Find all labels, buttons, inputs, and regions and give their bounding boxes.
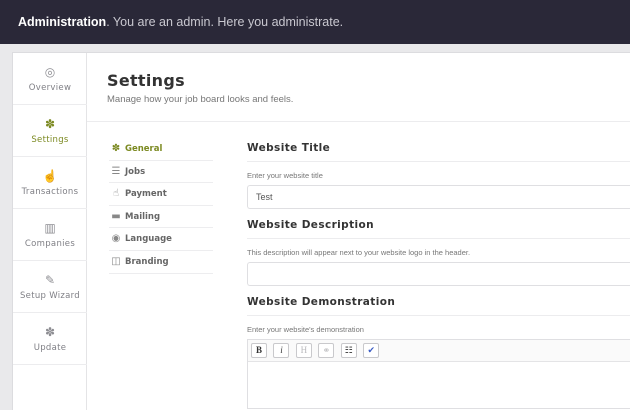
- italic-button[interactable]: i: [273, 343, 290, 358]
- subnav-item-mailing[interactable]: ▬ Mailing: [109, 206, 213, 229]
- admin-title: Administration: [18, 15, 107, 29]
- clean-icon[interactable]: ✔: [363, 343, 380, 358]
- subnav-item-branding[interactable]: ◫ Branding: [109, 251, 213, 274]
- website-title-label: Enter your website title: [247, 171, 323, 180]
- editor-toolbar: B i H ⚭ ☷ ✔: [248, 340, 630, 362]
- subnav-item-label: Jobs: [125, 166, 146, 177]
- sidebar: ◎ Overview ✽ Settings ☝ Transactions ▥ C…: [13, 53, 87, 410]
- website-demonstration-heading: Website Demonstration: [247, 292, 630, 316]
- demonstration-editor[interactable]: B i H ⚭ ☷ ✔: [247, 339, 630, 409]
- sidebar-item-setup-wizard[interactable]: ✎ Setup Wizard: [13, 261, 87, 313]
- sidebar-item-label: Update: [33, 343, 67, 353]
- settings-form: Website Title Enter your website title T…: [247, 138, 630, 409]
- envelope-icon: ▬: [111, 210, 121, 222]
- website-description-label: This description will appear next to you…: [247, 248, 471, 257]
- subnav-item-label: General: [125, 144, 163, 154]
- subnav-item-general[interactable]: ✽ General: [109, 138, 213, 161]
- wand-icon: ✎: [44, 273, 56, 287]
- globe-icon: ◉: [111, 233, 121, 245]
- website-description-heading: Website Description: [247, 215, 630, 239]
- sidebar-item-label: Setup Wizard: [19, 291, 81, 301]
- gear-icon: ✽: [44, 117, 56, 131]
- page-title: Settings: [107, 71, 185, 90]
- list-icon: ☰: [111, 165, 121, 177]
- subnav-item-jobs[interactable]: ☰ Jobs: [109, 161, 213, 184]
- page-heading: Settings Manage how your job board looks…: [107, 71, 293, 105]
- list-icon[interactable]: ☷: [340, 343, 357, 358]
- cube-icon: ◫: [111, 255, 121, 267]
- heading-button[interactable]: H: [295, 343, 312, 358]
- subnav-item-label: Language: [125, 234, 172, 245]
- sidebar-item-label: Transactions: [21, 187, 79, 197]
- subnav-item-payment[interactable]: ☝ Payment: [109, 183, 213, 206]
- bold-button[interactable]: B: [251, 343, 267, 358]
- website-title-input[interactable]: Test: [247, 185, 630, 209]
- sidebar-item-label: Overview: [28, 83, 72, 93]
- hand-pointer-icon: ☝: [112, 188, 120, 200]
- overview-icon: ◎: [44, 65, 56, 79]
- subnav-item-label: Branding: [125, 256, 169, 267]
- subnav-item-language[interactable]: ◉ Language: [109, 228, 213, 251]
- link-icon[interactable]: ⚭: [318, 343, 335, 358]
- sidebar-item-settings[interactable]: ✽ Settings: [13, 105, 87, 157]
- website-description-input[interactable]: [247, 262, 630, 286]
- building-icon: ▥: [44, 221, 56, 235]
- sidebar-item-companies[interactable]: ▥ Companies: [13, 209, 87, 261]
- sidebar-item-update[interactable]: ✽ Update: [13, 313, 87, 365]
- divider: [87, 121, 630, 122]
- hand-pointer-icon: ☝: [42, 169, 58, 183]
- sidebar-item-transactions[interactable]: ☝ Transactions: [13, 157, 87, 209]
- gear-icon: ✽: [111, 143, 121, 154]
- sidebar-item-label: Settings: [31, 135, 69, 145]
- subnav-item-label: Payment: [125, 189, 167, 200]
- gear-icon: ✽: [44, 325, 56, 339]
- admin-header: Administration. You are an admin. Here y…: [0, 0, 630, 44]
- admin-subtitle: . You are an admin. Here you administrat…: [106, 15, 344, 29]
- subnav-item-label: Mailing: [125, 211, 161, 222]
- main-panel: ◎ Overview ✽ Settings ☝ Transactions ▥ C…: [12, 52, 630, 410]
- website-demonstration-label: Enter your website's demonstration: [247, 325, 364, 334]
- settings-subnav: ✽ General ☰ Jobs ☝ Payment ▬ Mailing ◉ Langua…: [109, 138, 213, 274]
- page-subtitle: Manage how your job board looks and feel…: [107, 94, 294, 105]
- website-title-heading: Website Title: [247, 138, 630, 162]
- sidebar-item-overview[interactable]: ◎ Overview: [13, 53, 87, 105]
- sidebar-item-label: Companies: [24, 239, 76, 249]
